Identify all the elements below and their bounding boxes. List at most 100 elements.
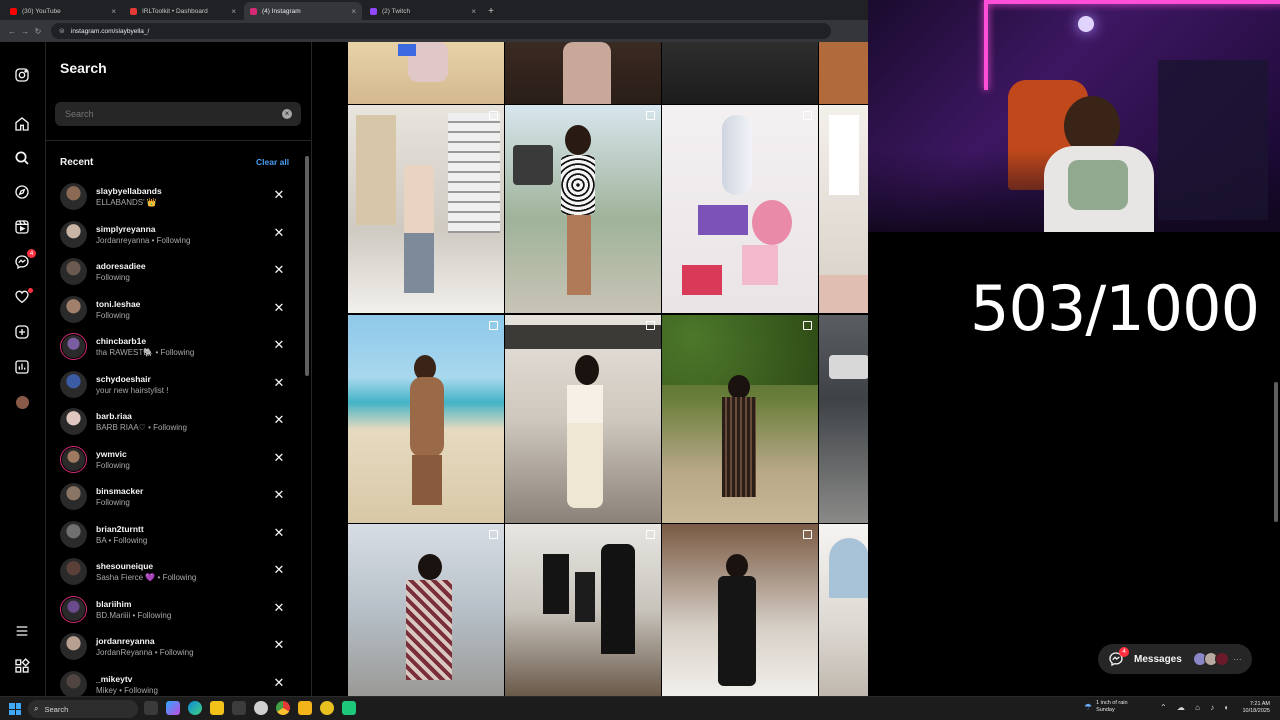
recent-search-item[interactable]: jordanreyanna JordanReyanna • Following ✕ — [46, 629, 302, 667]
remove-recent-icon[interactable]: ✕ — [272, 525, 286, 540]
folder-icon[interactable] — [298, 701, 312, 715]
forward-icon[interactable]: → — [19, 27, 31, 36]
chatgpt-icon[interactable] — [254, 701, 268, 715]
notifications-heart-icon[interactable] — [13, 288, 33, 306]
taskbar-search[interactable]: ⌕ Search — [28, 700, 138, 718]
post-thumbnail[interactable] — [505, 105, 661, 313]
reload-icon[interactable]: ↻ — [32, 27, 44, 36]
post-thumbnail[interactable] — [348, 105, 504, 313]
windows-start-icon[interactable] — [9, 703, 21, 715]
post-thumbnail[interactable] — [505, 524, 661, 696]
carousel-icon — [803, 321, 812, 330]
instagram-logo-icon[interactable] — [13, 66, 31, 84]
reels-icon[interactable] — [13, 218, 31, 236]
taskbar-app-icon[interactable] — [144, 701, 158, 715]
obs-icon[interactable] — [342, 701, 356, 715]
close-tab-icon[interactable]: × — [231, 7, 236, 16]
profile-avatar-icon[interactable] — [13, 393, 31, 411]
back-icon[interactable]: ← — [6, 27, 18, 36]
search-panel-scrollbar[interactable] — [304, 152, 310, 692]
explore-icon[interactable] — [13, 183, 31, 201]
search-input[interactable] — [55, 102, 301, 126]
remove-recent-icon[interactable]: ✕ — [272, 638, 286, 652]
post-thumbnail[interactable] — [348, 524, 504, 696]
post-thumbnail[interactable] — [819, 524, 868, 696]
recent-search-item[interactable]: barb.riaa BARB RIAA♡ • Following ✕ — [46, 404, 302, 442]
post-thumbnail[interactable] — [348, 42, 504, 104]
recent-search-item[interactable]: simplyreyanna Jordanreyanna • Following ✕ — [46, 217, 302, 255]
recent-search-item[interactable]: binsmacker Following ✕ — [46, 479, 302, 517]
copilot-icon[interactable] — [166, 701, 180, 715]
remove-recent-icon[interactable]: ✕ — [272, 600, 286, 615]
close-tab-icon[interactable]: × — [111, 7, 116, 16]
recent-subtitle: Following — [96, 498, 130, 507]
recent-subtitle: tha RAWEST🐘 • Following — [96, 348, 195, 357]
recent-subtitle: Following — [96, 273, 130, 282]
post-thumbnail[interactable] — [819, 42, 868, 104]
app-icon[interactable] — [320, 701, 334, 715]
remove-recent-icon[interactable]: ✕ — [272, 675, 286, 690]
page-scrollbar[interactable] — [1272, 232, 1280, 696]
recent-search-item[interactable]: slaybyellabands ELLABANDS' 👑 ✕ — [46, 179, 302, 217]
clock-date: 10/18/2025 — [1242, 708, 1270, 714]
threads-icon[interactable] — [13, 657, 31, 675]
chrome-icon[interactable] — [276, 701, 290, 715]
taskbar-clock[interactable]: 7:21 AM 10/18/2025 — [1236, 701, 1270, 715]
remove-recent-icon[interactable]: ✕ — [272, 450, 286, 465]
remove-recent-icon[interactable]: ✕ — [272, 263, 286, 277]
remove-recent-icon[interactable]: ✕ — [272, 338, 286, 352]
search-icon[interactable] — [13, 149, 31, 167]
remove-recent-icon[interactable]: ✕ — [272, 375, 286, 390]
post-thumbnail[interactable] — [505, 315, 661, 523]
home-icon[interactable] — [13, 115, 31, 133]
post-thumbnail[interactable] — [819, 315, 868, 523]
browser-tab[interactable]: (4) Instagram × — [244, 2, 362, 20]
recent-search-item[interactable]: schydoeshair your new hairstylist ! ✕ — [46, 367, 302, 405]
more-icon: ··· — [1232, 654, 1242, 664]
clear-all-button[interactable]: Clear all — [256, 157, 289, 167]
post-thumbnail[interactable] — [819, 105, 868, 313]
remove-recent-icon[interactable]: ✕ — [272, 413, 286, 427]
post-thumbnail[interactable] — [662, 524, 818, 696]
system-tray-icons[interactable]: ⌃ ☁ ⌂ ♪ ◐ — [1160, 703, 1233, 712]
close-tab-icon[interactable]: × — [351, 7, 356, 16]
messages-button[interactable]: 4 Messages ··· — [1098, 644, 1252, 674]
remove-recent-icon[interactable]: ✕ — [272, 225, 286, 240]
carousel-icon — [489, 530, 498, 539]
remove-recent-icon[interactable]: ✕ — [272, 300, 286, 315]
post-thumbnail[interactable] — [505, 42, 661, 104]
browser-tab[interactable]: IRLToolkit • Dashboard × — [124, 2, 242, 20]
url-field[interactable]: ⊜ instagram.com/slaybyella_/ — [51, 23, 831, 39]
tab-title: (30) YouTube — [22, 7, 61, 15]
recent-search-item[interactable]: adoresadiee Following ✕ — [46, 254, 302, 292]
post-thumbnail[interactable] — [662, 315, 818, 523]
weather-widget[interactable]: ☂ 1 inch of rain Sunday — [1084, 700, 1128, 714]
create-icon[interactable] — [13, 323, 31, 341]
remove-recent-icon[interactable]: ✕ — [272, 188, 286, 202]
recent-search-item[interactable]: chincbarb1e tha RAWEST🐘 • Following ✕ — [46, 329, 302, 367]
recent-search-item[interactable]: toni.leshae Following ✕ — [46, 292, 302, 330]
recent-search-item[interactable]: shesouneique Sasha Fierce 💜 • Following ✕ — [46, 554, 302, 592]
remove-recent-icon[interactable]: ✕ — [272, 488, 286, 502]
recent-search-item[interactable]: blariihim BD.Mariiii • Following ✕ — [46, 592, 302, 630]
clear-search-icon[interactable]: × — [282, 109, 292, 119]
post-thumbnail[interactable] — [348, 315, 504, 523]
more-menu-icon[interactable] — [13, 622, 31, 640]
post-thumbnail[interactable] — [662, 42, 818, 104]
messenger-icon[interactable]: 4 — [13, 249, 36, 271]
remove-recent-icon[interactable]: ✕ — [272, 563, 286, 577]
post-thumbnail[interactable] — [662, 105, 818, 313]
browser-tab[interactable]: (30) YouTube × — [4, 2, 122, 20]
site-info-icon[interactable]: ⊜ — [59, 27, 65, 35]
recent-search-item[interactable]: brian2turntt BA • Following ✕ — [46, 517, 302, 555]
carousel-icon — [646, 321, 655, 330]
file-explorer-icon[interactable] — [210, 701, 224, 715]
recent-search-item[interactable]: ywmvic Following ✕ — [46, 442, 302, 480]
carousel-icon — [489, 321, 498, 330]
new-tab-button[interactable]: + — [484, 2, 498, 20]
store-icon[interactable] — [232, 701, 246, 715]
browser-tab[interactable]: (2) Twitch × — [364, 2, 482, 20]
close-tab-icon[interactable]: × — [471, 7, 476, 16]
edge-icon[interactable] — [188, 701, 202, 715]
dashboard-icon[interactable] — [13, 358, 31, 376]
